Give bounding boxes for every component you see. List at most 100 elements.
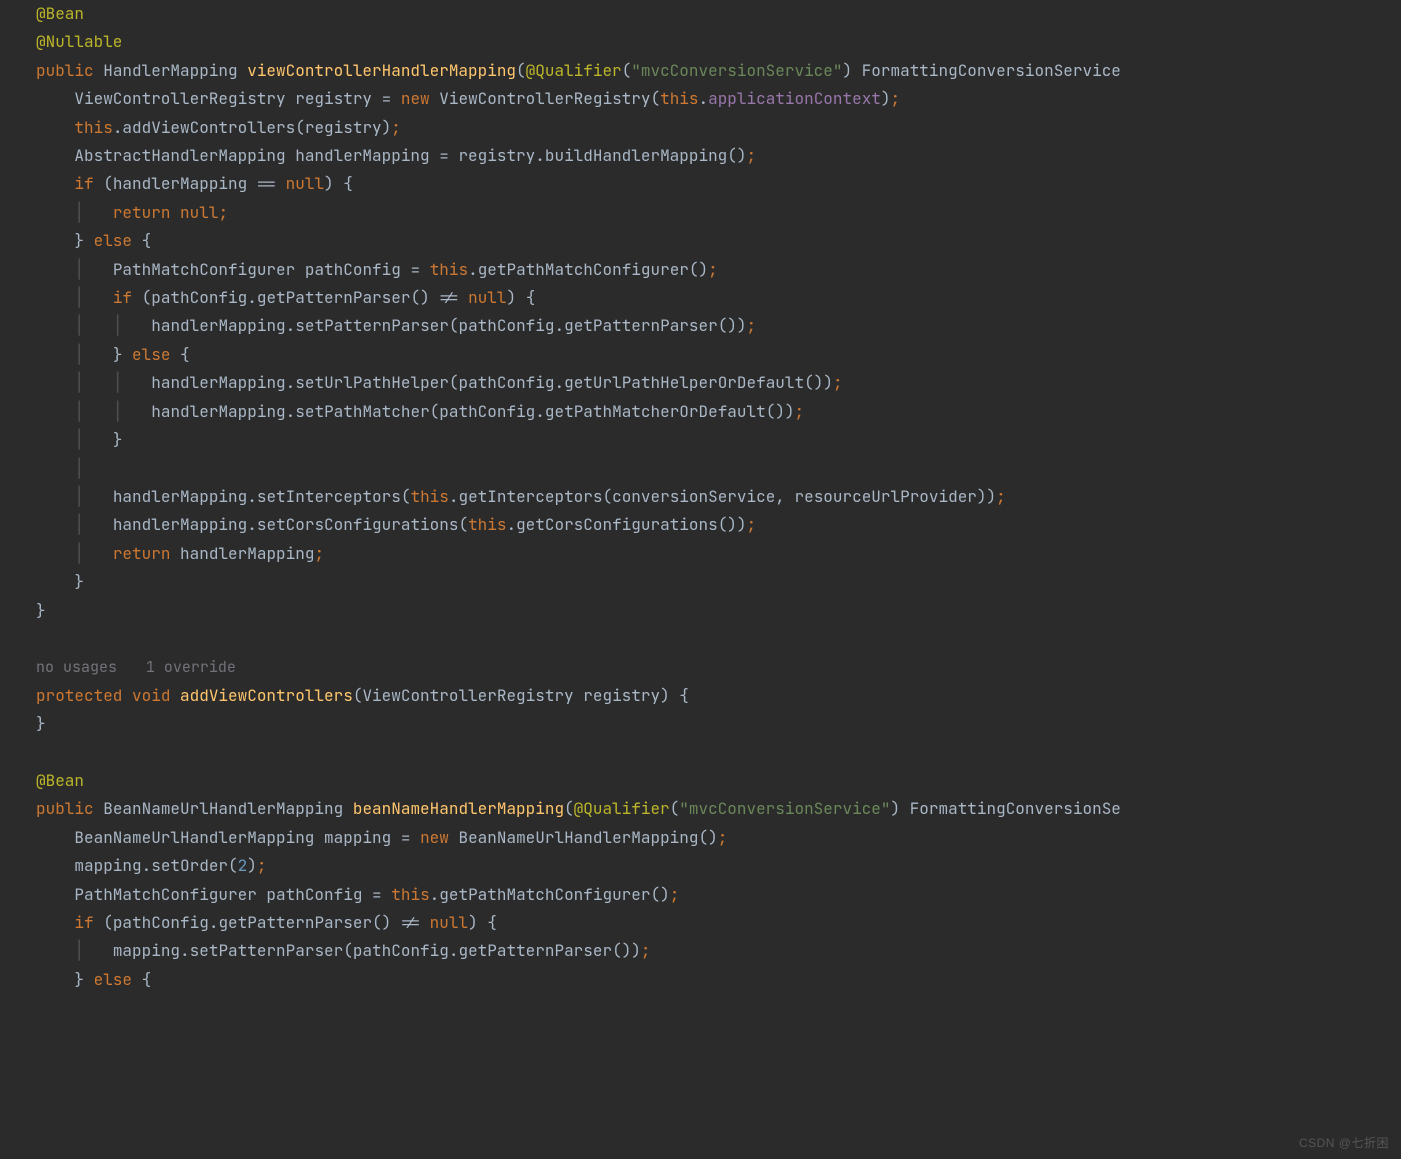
operator-neq: != [401,912,420,933]
obj-mapping: mapping [113,940,180,961]
kw-null: null [430,912,468,933]
call-setCorsConfigurations: setCorsConfigurations [257,514,459,535]
obj-handlerMapping: handlerMapping [151,315,285,336]
call-getPathMatchConfigurer: getPathMatchConfigurer [478,259,689,280]
kw-new: new [401,88,430,109]
method-viewControllerHandlerMapping: viewControllerHandlerMapping [247,60,516,81]
call-buildHandlerMapping: buildHandlerMapping [545,145,727,166]
operator-eq: = [382,88,392,109]
type-pathMatchConfigurer: PathMatchConfigurer [74,884,256,905]
type-beanNameUrlHandlerMapping: BeanNameUrlHandlerMapping [103,798,343,819]
call-setUrlPathHelper: setUrlPathHelper [295,372,449,393]
lhs-pathConfig: pathConfig [151,287,247,308]
arg-pathConfig: pathConfig [458,315,554,336]
kw-null: null [468,287,506,308]
arg-pathConfig: pathConfig [439,401,535,422]
call-addViewControllers: addViewControllers [122,117,295,138]
type-formattingConversionSe: FormattingConversionSe [910,798,1121,819]
kw-return: return [113,202,171,223]
obj-handlerMapping: handlerMapping [151,372,285,393]
obj-handlerMapping: handlerMapping [113,486,247,507]
watermark: CSDN @七折困 [1299,1134,1389,1151]
operator-eq: = [372,884,382,905]
call-getInterceptors: getInterceptors [458,486,602,507]
ctor-viewControllerRegistry: ViewControllerRegistry [439,88,650,109]
kw-protected: protected [36,685,122,706]
kw-return: return [113,543,171,564]
arg-pathConfig: pathConfig [353,940,449,961]
args-interceptors: conversionService, resourceUrlProvider [612,486,977,507]
inlay-usages[interactable]: no usages [36,657,117,677]
call-getUrlPathHelperOrDefault: getUrlPathHelperOrDefault [564,372,804,393]
call-getPatternParser2: getPatternParser [564,315,718,336]
var-registry: registry [295,88,372,109]
kw-else: else [94,230,132,251]
var-pathConfig: pathConfig [305,259,401,280]
kw-this: this [74,117,112,138]
lhs-handlerMapping: handlerMapping [113,173,247,194]
obj-handlerMapping: handlerMapping [180,543,314,564]
kw-this: this [410,486,448,507]
obj-handlerMapping: handlerMapping [113,514,247,535]
type-abstractHandlerMapping: AbstractHandlerMapping [74,145,285,166]
field-applicationContext: applicationContext [708,88,881,109]
call-getPathMatcherOrDefault: getPathMatcherOrDefault [545,401,766,422]
operator-eqeq: == [257,173,276,194]
inlay-overrides[interactable]: 1 override [146,657,236,677]
kw-public: public [36,60,94,81]
arg-pathConfig: pathConfig [458,372,554,393]
method-addViewControllers: addViewControllers [180,685,353,706]
param-registry: registry [583,685,660,706]
call-setPatternParser: setPatternParser [295,315,449,336]
code-editor[interactable]: @Bean @Nullable public HandlerMapping vi… [0,0,1401,994]
type-formattingConversionService: FormattingConversionService [862,60,1121,81]
call-setPathMatcher: setPathMatcher [295,401,429,422]
annotation-qualifier: @Qualifier [526,60,622,81]
string-mvcConversionService: "mvcConversionService" [631,60,842,81]
kw-this: this [391,884,429,905]
rhs-registry: registry [458,145,535,166]
annotation-bean: @Bean [36,770,84,791]
kw-this: this [468,514,506,535]
operator-eq: = [401,827,411,848]
call-getPatternParser: getPatternParser [218,912,372,933]
method-beanNameHandlerMapping: beanNameHandlerMapping [353,798,564,819]
type-handler-mapping: HandlerMapping [103,60,237,81]
obj-handlerMapping: handlerMapping [151,401,285,422]
kw-else: else [132,344,170,365]
call-getCorsConfigurations: getCorsConfigurations [516,514,718,535]
call-getPatternParser: getPatternParser [257,287,411,308]
operator-eq: = [439,145,449,166]
call-setInterceptors: setInterceptors [257,486,401,507]
var-mapping: mapping [324,827,391,848]
string-mvcConversionService: "mvcConversionService" [679,798,890,819]
obj-mapping: mapping [74,855,141,876]
kw-this: this [660,88,698,109]
operator-neq: != [439,287,458,308]
kw-if: if [113,287,132,308]
lhs-pathConfig: pathConfig [113,912,209,933]
call-getPatternParser2: getPatternParser [458,940,612,961]
ctor-beanNameUrlHandlerMapping: BeanNameUrlHandlerMapping [458,827,698,848]
annotation-qualifier: @Qualifier [574,798,670,819]
call-setOrder: setOrder [151,855,228,876]
var-handlerMapping: handlerMapping [295,145,429,166]
call-setPatternParser: setPatternParser [190,940,344,961]
type-viewControllerRegistry: ViewControllerRegistry [362,685,573,706]
kw-void: void [132,685,170,706]
num-2: 2 [238,855,248,876]
kw-else: else [94,969,132,990]
type-pathMatchConfigurer: PathMatchConfigurer [113,259,295,280]
kw-null: null [286,173,324,194]
kw-if: if [74,912,93,933]
call-getPathMatchConfigurer: getPathMatchConfigurer [439,884,650,905]
kw-if: if [74,173,93,194]
kw-this: this [430,259,468,280]
kw-public: public [36,798,94,819]
type-beanNameUrlHandlerMapping: BeanNameUrlHandlerMapping [74,827,314,848]
annotation-bean: @Bean [36,3,84,24]
kw-null2: null [180,202,218,223]
var-pathConfig: pathConfig [266,884,362,905]
operator-eq: = [410,259,420,280]
kw-new: new [420,827,449,848]
